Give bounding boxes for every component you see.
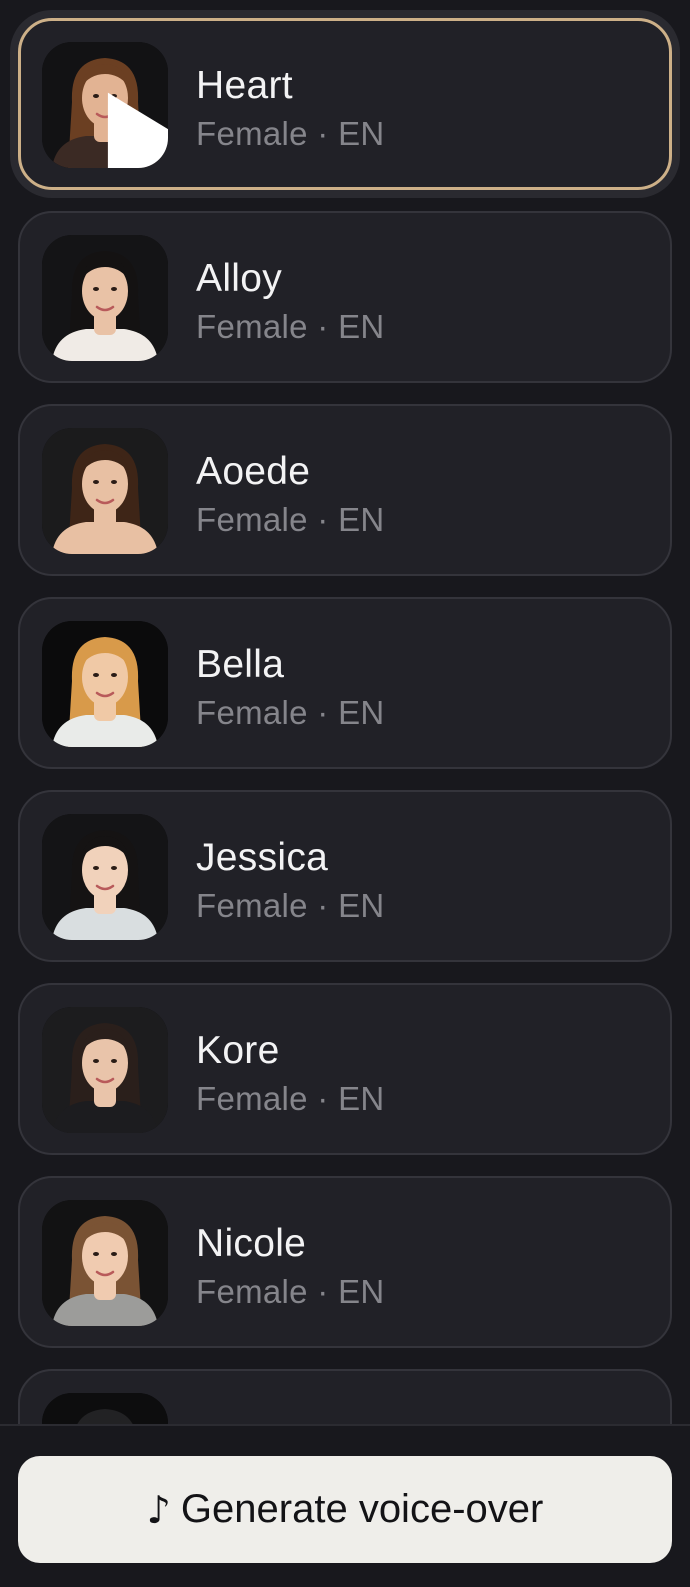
voice-card[interactable]: Jessica Female · EN <box>18 790 672 962</box>
voice-avatar[interactable] <box>42 1200 168 1326</box>
voice-card[interactable]: Alloy Female · EN <box>18 211 672 383</box>
voice-meta: Female · EN <box>196 308 385 345</box>
voice-avatar[interactable] <box>42 235 168 361</box>
voice-card[interactable]: Heart Female · EN <box>18 18 672 190</box>
voice-name: Kore <box>196 1029 280 1072</box>
play-icon[interactable] <box>88 86 168 168</box>
voice-picker-screen: Heart Female · EN Alloy Female · EN Aoede Fem… <box>0 0 690 1587</box>
voice-name: Bella <box>196 643 285 686</box>
voice-name: Alloy <box>196 257 283 300</box>
voice-meta: Female · EN <box>196 887 385 924</box>
voice-avatar[interactable] <box>42 621 168 747</box>
music-note-icon: ♪ <box>146 1487 171 1532</box>
voice-card[interactable] <box>18 1369 672 1424</box>
voice-meta: Female · EN <box>196 501 385 538</box>
voice-avatar[interactable] <box>42 1393 168 1424</box>
voice-avatar[interactable] <box>42 428 168 554</box>
voice-list[interactable]: Heart Female · EN Alloy Female · EN Aoede Fem… <box>0 0 690 1424</box>
voice-meta: Female · EN <box>196 694 385 731</box>
voice-meta: Female · EN <box>196 1273 385 1310</box>
voice-name: Aoede <box>196 450 311 493</box>
voice-card[interactable]: Kore Female · EN <box>18 983 672 1155</box>
voice-card[interactable]: Bella Female · EN <box>18 597 672 769</box>
voice-card[interactable]: Nicole Female · EN <box>18 1176 672 1348</box>
voice-name: Heart <box>196 64 293 107</box>
voice-meta: Female · EN <box>196 115 385 152</box>
footer-bar: ♪ Generate voice-over <box>0 1424 690 1587</box>
generate-voice-over-button[interactable]: ♪ Generate voice-over <box>18 1456 672 1563</box>
generate-button-label: Generate voice-over <box>180 1487 544 1531</box>
voice-avatar[interactable] <box>42 814 168 940</box>
voice-card[interactable]: Aoede Female · EN <box>18 404 672 576</box>
voice-name: Jessica <box>196 836 329 879</box>
voice-avatar[interactable] <box>42 1007 168 1133</box>
voice-avatar[interactable] <box>42 42 168 168</box>
voice-meta: Female · EN <box>196 1080 385 1117</box>
voice-name: Nicole <box>196 1222 307 1265</box>
